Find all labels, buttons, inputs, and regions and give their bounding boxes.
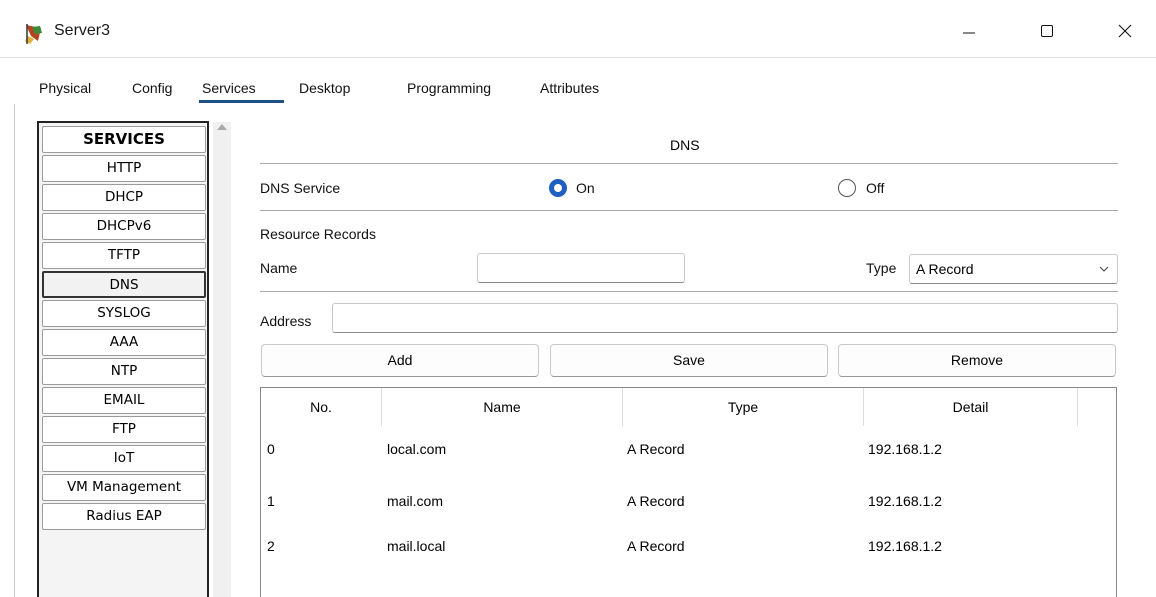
column-separator xyxy=(1077,388,1078,426)
tab-attributes[interactable]: Attributes xyxy=(540,80,599,96)
resource-records-label: Resource Records xyxy=(260,226,376,242)
remove-button[interactable]: Remove xyxy=(838,344,1116,377)
services-list: SERVICES HTTP DHCP DHCPv6 TFTP DNS SYSLO… xyxy=(37,121,209,597)
row-detail: 192.168.1.2 xyxy=(868,441,942,457)
tab-services[interactable]: Services xyxy=(202,80,256,96)
chevron-down-icon xyxy=(1099,266,1109,272)
save-button[interactable]: Save xyxy=(550,344,828,377)
dns-off-radio[interactable] xyxy=(838,179,856,197)
title-bar: Server3 xyxy=(0,0,1156,58)
name-input[interactable] xyxy=(477,253,685,283)
service-item-iot[interactable]: IoT xyxy=(42,445,206,472)
tab-desktop[interactable]: Desktop xyxy=(299,80,350,96)
row-name: mail.local xyxy=(387,538,446,554)
row-type: A Record xyxy=(627,441,685,457)
service-item-http[interactable]: HTTP xyxy=(42,155,206,182)
type-select[interactable]: A Record xyxy=(909,254,1118,284)
tab-physical[interactable]: Physical xyxy=(39,80,91,96)
row-no: 0 xyxy=(267,441,275,457)
type-label: Type xyxy=(866,260,897,276)
maximize-icon xyxy=(1041,25,1053,37)
window-title: Server3 xyxy=(54,22,111,39)
dns-service-label: DNS Service xyxy=(260,180,341,196)
row-type: A Record xyxy=(627,493,685,509)
service-item-email[interactable]: EMAIL xyxy=(42,387,206,414)
row-type: A Record xyxy=(627,538,685,554)
close-icon xyxy=(1118,24,1132,38)
service-item-vm-management[interactable]: VM Management xyxy=(42,474,206,501)
services-header: SERVICES xyxy=(42,126,206,153)
column-header-name[interactable]: Name xyxy=(382,388,622,426)
address-input[interactable] xyxy=(332,303,1118,333)
divider xyxy=(260,210,1118,211)
column-header-detail[interactable]: Detail xyxy=(864,388,1077,426)
active-tab-indicator xyxy=(199,100,284,103)
row-name: local.com xyxy=(387,441,447,457)
row-no: 1 xyxy=(267,493,275,509)
dns-off-label[interactable]: Off xyxy=(866,180,884,196)
type-select-value: A Record xyxy=(916,261,974,277)
minimize-button[interactable] xyxy=(946,14,992,48)
tab-config[interactable]: Config xyxy=(132,80,172,96)
service-item-tftp[interactable]: TFTP xyxy=(42,242,206,269)
divider xyxy=(260,291,1118,292)
row-no: 2 xyxy=(267,538,275,554)
row-name: mail.com xyxy=(387,493,444,509)
minimize-icon xyxy=(963,32,975,34)
dns-on-radio[interactable] xyxy=(549,179,567,197)
service-item-radius-eap[interactable]: Radius EAP xyxy=(42,503,206,530)
service-item-dhcpv6[interactable]: DHCPv6 xyxy=(42,213,206,240)
scroll-up-arrow-icon[interactable] xyxy=(217,124,227,130)
service-item-dhcp[interactable]: DHCP xyxy=(42,184,206,211)
name-label: Name xyxy=(260,260,298,276)
service-item-ftp[interactable]: FTP xyxy=(42,416,206,443)
add-button[interactable]: Add xyxy=(261,344,539,377)
services-scrollbar[interactable] xyxy=(213,122,231,597)
maximize-button[interactable] xyxy=(1024,14,1070,48)
column-header-no[interactable]: No. xyxy=(261,388,381,426)
service-item-ntp[interactable]: NTP xyxy=(42,358,206,385)
close-button[interactable] xyxy=(1102,14,1148,48)
service-item-aaa[interactable]: AAA xyxy=(42,329,206,356)
server-app-icon xyxy=(25,24,42,44)
service-item-syslog[interactable]: SYSLOG xyxy=(42,300,206,327)
row-detail: 192.168.1.2 xyxy=(868,493,942,509)
column-header-type[interactable]: Type xyxy=(623,388,863,426)
address-label: Address xyxy=(260,313,312,329)
tab-programming[interactable]: Programming xyxy=(407,80,491,96)
service-item-dns[interactable]: DNS xyxy=(42,271,206,298)
dns-on-label[interactable]: On xyxy=(576,180,595,196)
panel-title: DNS xyxy=(670,137,700,153)
records-table: No. Name Type Detail 0 local.com A Recor… xyxy=(260,387,1117,597)
divider xyxy=(260,163,1118,164)
tab-strip: Physical Config Services Desktop Program… xyxy=(14,70,1148,104)
row-detail: 192.168.1.2 xyxy=(868,538,942,554)
